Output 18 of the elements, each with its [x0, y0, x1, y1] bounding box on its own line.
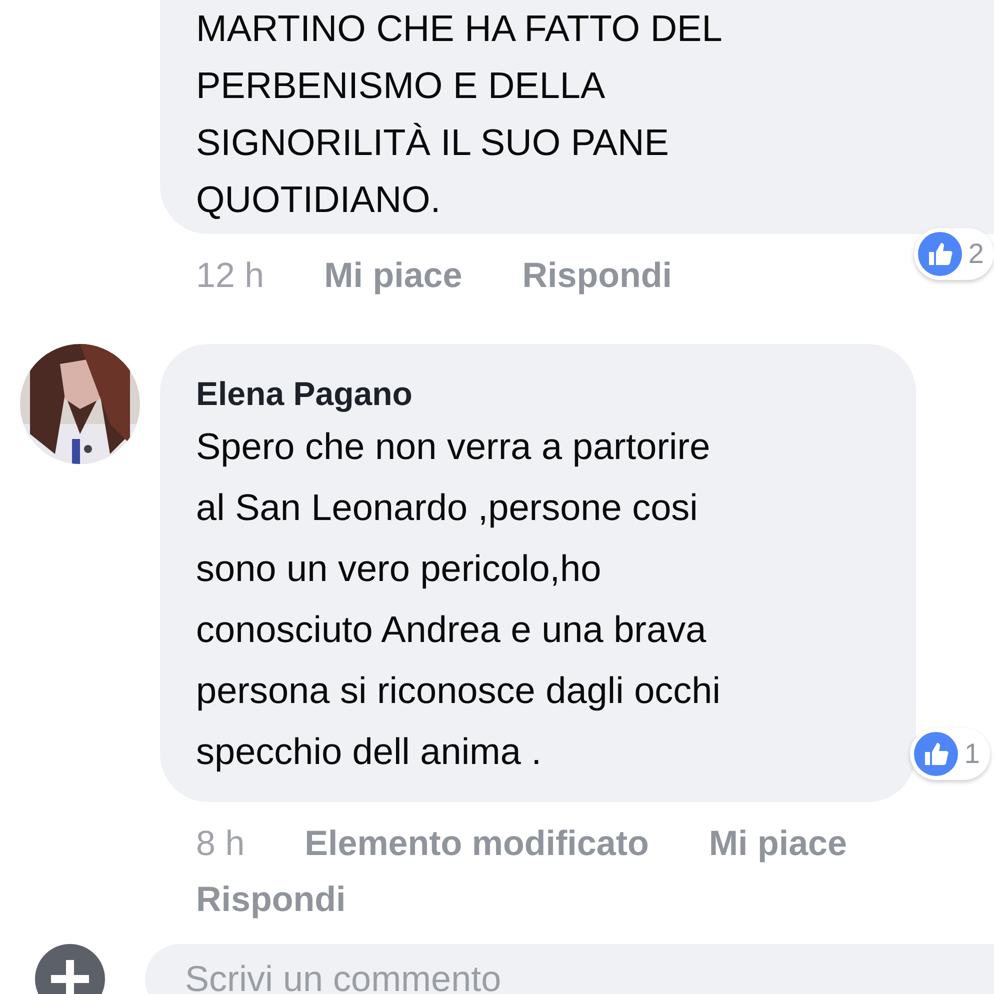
author-name[interactable]: Elena Pagano	[196, 372, 876, 416]
add-icon[interactable]	[35, 944, 105, 994]
comment-action[interactable]: Mi piace	[708, 816, 847, 872]
comment-action[interactable]: Rispondi	[522, 248, 672, 304]
comment-text: MARTINO CHE HA FATTO DEL PERBENISMO E DELLA SIGNORILITÀ IL SUO PANE QUOTIDIANO.	[196, 7, 724, 222]
reaction-badge[interactable]: 1	[910, 728, 990, 780]
reaction-count: 1	[964, 738, 980, 770]
comment-field[interactable]: Scrivi un commento	[145, 944, 994, 994]
comment-action[interactable]: Mi piace	[324, 248, 462, 304]
comment-action[interactable]: Rispondi	[196, 872, 346, 928]
comment-action[interactable]: Elemento modificato	[304, 816, 649, 872]
thumbs-up-icon	[918, 232, 962, 276]
comment-text: Spero che non verra a partorire al San Leonardo ,persone cosi sono un vero pericolo,ho conosciuto Andrea e una brava persona si riconosce dagli occhi specchio dell anima .	[196, 425, 722, 774]
comment-time: 12 h	[196, 255, 264, 297]
comment-time: 8 h	[196, 823, 245, 865]
thumbs-up-icon	[914, 732, 958, 776]
reaction-badge[interactable]: 2	[914, 228, 994, 280]
reaction-count: 2	[968, 238, 984, 270]
